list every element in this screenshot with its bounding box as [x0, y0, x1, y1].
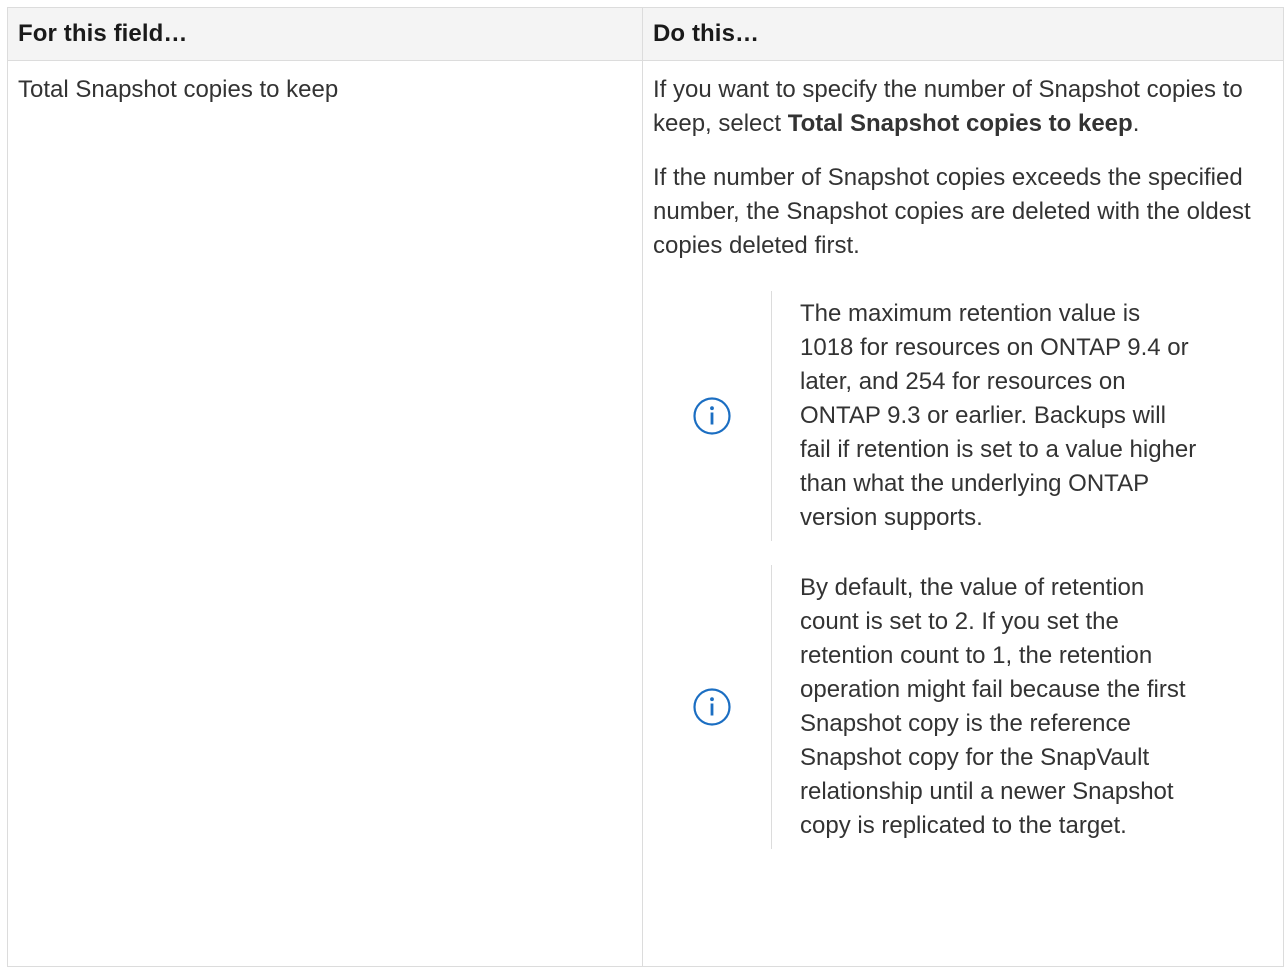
field-name: Total Snapshot copies to keep: [18, 76, 339, 103]
note-text: By default, the value of retention count…: [800, 574, 1186, 839]
note-retention-max: The maximum retention value is 1018 for …: [653, 291, 1263, 541]
field-name-cell: Total Snapshot copies to keep: [7, 60, 643, 967]
note-retention-default: By default, the value of retention count…: [653, 565, 1263, 849]
header-field: For this field…: [7, 7, 643, 61]
deletion-paragraph: If the number of Snapshot copies exceeds…: [653, 164, 1251, 259]
option-name: Total Snapshot copies to keep: [787, 110, 1133, 137]
info-icon: [693, 397, 731, 435]
note-icon-column: [653, 565, 771, 849]
action-cell: If you want to specify the number of Sna…: [642, 60, 1284, 967]
table-row: Total Snapshot copies to keep If you wan…: [7, 60, 1284, 967]
instruction-paragraph: If you want to specify the number of Sna…: [653, 73, 1263, 141]
instruction-period: .: [1132, 110, 1140, 137]
header-action: Do this…: [642, 7, 1284, 61]
note-icon-column: [653, 291, 771, 541]
field-table: For this field… Do this… Total Snapshot …: [7, 7, 1284, 967]
info-icon: [693, 688, 731, 726]
note-text: The maximum retention value is 1018 for …: [800, 300, 1197, 531]
table-header-row: For this field… Do this…: [7, 7, 1284, 61]
